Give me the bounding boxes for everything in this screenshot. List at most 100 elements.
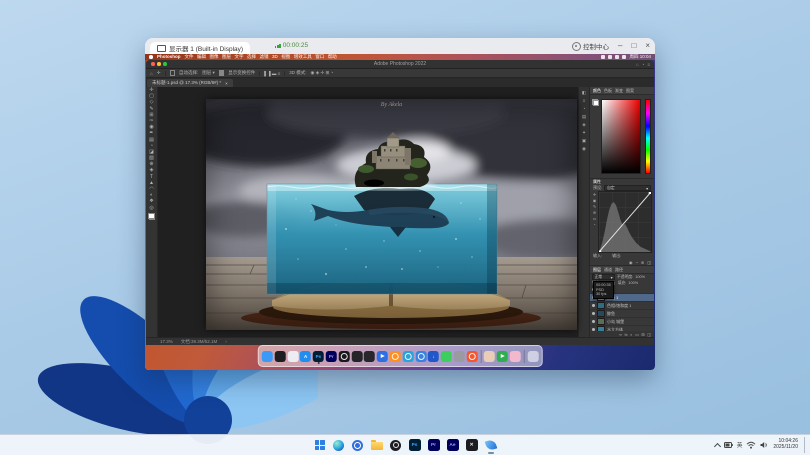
taskbar-premiere[interactable]: Pr: [426, 437, 441, 454]
layer-row[interactable]: 小岛 城堡: [590, 318, 654, 326]
dock-dark-utility[interactable]: [275, 351, 286, 362]
ime-indicator[interactable]: 英: [737, 441, 743, 449]
search-icon[interactable]: [615, 55, 619, 59]
control-center-button[interactable]: 控制中心: [572, 41, 609, 51]
canvas-area[interactable]: By Akela: [158, 87, 578, 337]
move-tool-icon[interactable]: ✛: [157, 70, 161, 76]
history-panel-icon[interactable]: ◧: [582, 90, 586, 95]
autoselect-dropdown[interactable]: 图层 ▾: [202, 70, 215, 76]
dock-dark-game-app[interactable]: [364, 351, 375, 362]
dock-blue-browser[interactable]: [415, 351, 426, 362]
dock-video-player[interactable]: [377, 351, 388, 362]
dock-finder[interactable]: [262, 351, 273, 362]
new-layer-icon[interactable]: ⊞: [641, 332, 644, 337]
autoselect-checkbox[interactable]: [170, 70, 176, 76]
saturation-square[interactable]: [601, 99, 641, 174]
color-tab-色板[interactable]: 色板: [604, 88, 612, 94]
vm-titlebar[interactable]: 显示器 1 (Built-in Display) 00:00:25 控制中心 –…: [145, 38, 655, 54]
timeline-panel-icon[interactable]: ◉: [582, 146, 586, 151]
battery-icon[interactable]: [724, 441, 733, 449]
tray-overflow-chevron-icon[interactable]: [714, 442, 721, 449]
actions-panel-icon[interactable]: ≡: [583, 98, 586, 103]
libraries-panel-icon[interactable]: ▤: [582, 114, 586, 119]
layer-thumbnail[interactable]: [597, 318, 605, 325]
display-tab[interactable]: 显示器 1 (Built-in Display): [150, 42, 250, 54]
layer-mask-icon[interactable]: ◐: [630, 332, 632, 337]
reset-icon[interactable]: ◔: [593, 223, 595, 228]
dock-launchpad[interactable]: [287, 351, 298, 362]
maximize-button[interactable]: □: [631, 42, 636, 50]
volume-icon[interactable]: [760, 441, 769, 449]
home-icon[interactable]: ⌂: [150, 71, 153, 76]
color-tab-渐变[interactable]: 渐变: [615, 88, 623, 94]
dock-firefox[interactable]: [390, 351, 401, 362]
hue-slider[interactable]: [645, 99, 651, 174]
layer-thumbnail[interactable]: [597, 310, 605, 317]
taskbar-photoshop[interactable]: Ps: [407, 437, 422, 454]
dock-trash[interactable]: [527, 351, 538, 362]
show-desktop-button[interactable]: [804, 437, 807, 453]
taskbar-start[interactable]: [312, 437, 327, 454]
dock-photos-recent[interactable]: [484, 351, 495, 362]
clip-icon[interactable]: ▭: [593, 217, 597, 222]
battery-icon[interactable]: [601, 55, 605, 59]
wifi-icon[interactable]: [608, 55, 612, 59]
layers-tab-路径[interactable]: 路径: [615, 267, 623, 273]
transform-checkbox[interactable]: [219, 70, 225, 76]
curves-grid[interactable]: [598, 191, 652, 253]
taskbar-capture-app[interactable]: ✕: [464, 437, 479, 454]
wifi-icon[interactable]: [746, 441, 756, 449]
dock-wechat[interactable]: [441, 351, 452, 362]
dock-obs[interactable]: [339, 351, 350, 362]
taskbar-remote-desktop-feather[interactable]: [483, 437, 498, 454]
layer-visibility-icon[interactable]: [592, 304, 595, 307]
layer-thumbnail[interactable]: [597, 302, 605, 309]
taskbar-clock[interactable]: 10:04:26 2025/11/20: [773, 439, 798, 450]
layer-visibility-icon[interactable]: [592, 320, 595, 323]
photoshop-titlebar[interactable]: Adobe Photoshop 2022 ⌂ ◔ ≡: [146, 60, 654, 69]
layer-row[interactable]: 鲸鱼: [590, 310, 654, 318]
layer-row[interactable]: 色相/饱和度 1: [590, 302, 654, 310]
dock-photoshop[interactable]: Ps: [313, 351, 324, 362]
dock-settings[interactable]: [454, 351, 465, 362]
point-edit-icon[interactable]: ◉: [593, 199, 597, 204]
document-tab[interactable]: 未标题-1.psd @ 17.3% (RGB/8#) * ×: [147, 79, 233, 87]
zoom-level[interactable]: 17.3%: [160, 339, 173, 344]
targeted-adjust-icon[interactable]: ✛: [593, 193, 596, 198]
mode-buttons[interactable]: ◉ ◈ ✛ ⊞ ◔: [311, 70, 334, 76]
close-tab-icon[interactable]: ×: [225, 81, 228, 86]
dock-music-app[interactable]: [466, 351, 477, 362]
close-button[interactable]: ×: [645, 42, 650, 50]
taskbar-after-effects[interactable]: Ae: [445, 437, 460, 454]
taskbar-dark-circle-app[interactable]: [388, 437, 403, 454]
adjustment-layer-icon[interactable]: ▭: [635, 332, 639, 337]
dock-premiere[interactable]: Pr: [326, 351, 337, 362]
control-center-icon[interactable]: [622, 55, 626, 59]
fg-bg-swatches[interactable]: [148, 213, 155, 220]
adjustments-panel-icon[interactable]: ◔: [583, 106, 586, 111]
smooth-icon[interactable]: ⊕: [593, 211, 596, 216]
taskbar-search-ring-app[interactable]: [350, 437, 365, 454]
layer-effects-icon[interactable]: fx: [625, 332, 628, 337]
opacity-value[interactable]: 100%: [635, 275, 645, 279]
minimize-button[interactable]: –: [618, 42, 622, 50]
taskbar-edge[interactable]: [331, 437, 346, 454]
dock-video-recent[interactable]: [497, 351, 508, 362]
clone-source-panel-icon[interactable]: ◈: [582, 122, 585, 127]
layers-tab-通道[interactable]: 通道: [604, 267, 612, 273]
info-panel-icon[interactable]: ✦: [582, 130, 586, 135]
dock-pink-recent[interactable]: [510, 351, 521, 362]
navigator-panel-icon[interactable]: ▣: [582, 138, 586, 143]
fill-value[interactable]: 100%: [628, 281, 638, 285]
dock-app-store[interactable]: A: [300, 351, 311, 362]
apple-icon[interactable]: [149, 55, 153, 59]
draw-curve-icon[interactable]: ✎: [593, 205, 596, 210]
fg-bg-mini-swatch[interactable]: [592, 99, 599, 106]
link-layers-icon[interactable]: ∞: [619, 332, 622, 337]
dock-downloader[interactable]: ↓: [428, 351, 439, 362]
dock-capture-app[interactable]: [351, 351, 362, 362]
color-tab-颜色[interactable]: 颜色: [593, 88, 601, 94]
delete-layer-icon[interactable]: ◫: [647, 332, 651, 337]
align-buttons[interactable]: ▌▐ ▬ ≡: [264, 71, 280, 76]
layers-tab-图层[interactable]: 图层: [593, 267, 601, 273]
